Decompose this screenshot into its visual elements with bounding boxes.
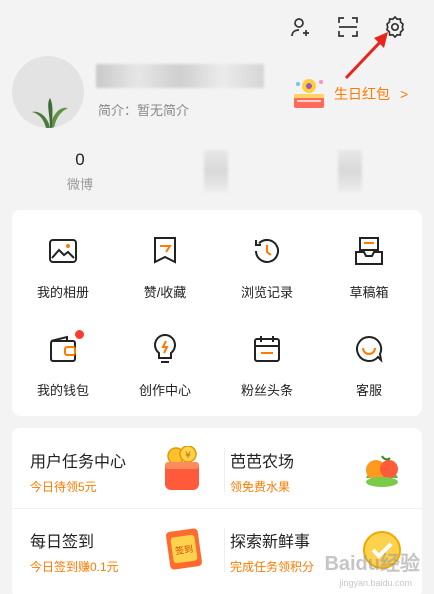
fans-headline-icon (250, 332, 284, 366)
avatar[interactable] (12, 56, 84, 128)
grid-item-label: 客服 (355, 383, 382, 398)
history-icon (250, 234, 284, 268)
bulb-icon (148, 332, 182, 366)
grid-item-history[interactable]: 浏览记录 (217, 234, 317, 301)
grid-item-label: 我的钱包 (36, 383, 89, 398)
task-user-center[interactable]: 用户任务中心 今日待领5元 (30, 448, 126, 495)
divider (224, 448, 225, 492)
divider (12, 508, 422, 509)
username-blurred (96, 64, 264, 88)
task-subtitle: 今日待领5元 (30, 480, 97, 494)
plant-icon (32, 98, 68, 128)
fruit-icon (360, 448, 404, 492)
task-title: 探索新鲜事 (230, 534, 311, 551)
stat-followers-blurred[interactable] (338, 150, 362, 192)
grid-item-customer-service[interactable]: 客服 (319, 332, 419, 399)
customer-service-icon (352, 332, 386, 366)
task-explore-news[interactable]: 探索新鲜事 完成任务领积分 (230, 528, 314, 575)
stat-weibo-label: 微博 (66, 177, 93, 192)
coin-badge: ¥ (185, 451, 191, 461)
notification-dot (75, 330, 84, 339)
grid-item-album[interactable]: 我的相册 (13, 234, 113, 301)
checkin-card-icon: 签到 (162, 526, 206, 572)
task-subtitle: 今日签到赚0.1元 (30, 560, 119, 574)
add-friend-icon[interactable] (286, 12, 316, 42)
stat-weibo-count: 0 (75, 150, 85, 169)
baidu-watermark-url: jingyan.baidu.com (339, 578, 412, 588)
like-favorite-icon (148, 234, 182, 268)
task-subtitle: 领免费水果 (230, 480, 291, 494)
grid-item-label: 粉丝头条 (240, 383, 293, 398)
task-baba-farm[interactable]: 芭芭农场 领免费水果 (230, 448, 294, 495)
grid-item-label: 赞/收藏 (143, 285, 187, 300)
drafts-icon (352, 234, 386, 268)
grid-item-label: 草稿箱 (349, 285, 389, 300)
divider (224, 528, 225, 572)
grid-item-label: 创作中心 (138, 383, 191, 398)
coin-pot-icon: ¥ (162, 445, 202, 494)
album-icon (46, 234, 80, 268)
task-title: 芭芭农场 (230, 454, 295, 471)
grid-item-like-favorite[interactable]: 赞/收藏 (115, 234, 215, 301)
grid-item-drafts[interactable]: 草稿箱 (319, 234, 419, 301)
task-subtitle: 完成任务领积分 (230, 560, 315, 574)
grid-item-label: 浏览记录 (240, 285, 293, 300)
chevron-right-icon: > (400, 86, 409, 102)
grid-item-label: 我的相册 (36, 285, 89, 300)
birthday-label: 生日红包 (334, 86, 390, 102)
grid-item-creator-center[interactable]: 创作中心 (115, 332, 215, 399)
birthday-cake-icon (294, 79, 324, 108)
grid-item-fans-headline[interactable]: 粉丝头条 (217, 332, 317, 399)
birthday-gift-button[interactable]: 生日红包 > (290, 76, 408, 112)
feature-grid-card: 我的相册 赞/收藏 浏览记录 草稿箱 我的钱包 创作中心 粉丝头条 客服 (12, 210, 422, 416)
wallet-icon (46, 330, 84, 366)
stat-weibo[interactable]: 0 微博 (50, 150, 110, 193)
profile-bio: 简介：暂无简介 (98, 103, 190, 118)
baidu-watermark: Baidu经验 (324, 553, 420, 575)
task-daily-checkin[interactable]: 每日签到 今日签到赚0.1元 (30, 528, 119, 575)
stat-following-blurred[interactable] (204, 150, 228, 192)
task-title: 每日签到 (30, 534, 95, 551)
task-title: 用户任务中心 (30, 454, 127, 471)
grid-item-wallet[interactable]: 我的钱包 (13, 330, 113, 399)
